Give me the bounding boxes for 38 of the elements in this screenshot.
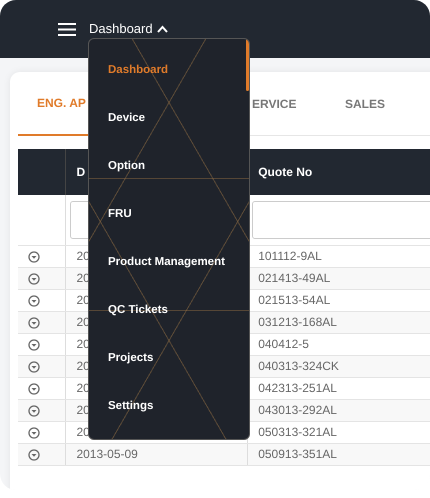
tab[interactable]: ERVICE	[250, 72, 343, 136]
expand-icon[interactable]	[28, 250, 40, 263]
table-cell: 042313-251AL	[258, 381, 337, 395]
table-cell: 040412-5	[258, 337, 309, 351]
column-header[interactable]: Quote No	[258, 165, 312, 179]
menu-item[interactable]: QC Tickets	[89, 285, 174, 333]
menu-item[interactable]: FRU	[89, 189, 138, 237]
tab[interactable]: SALES	[343, 72, 430, 136]
menu-item[interactable]: Device	[89, 93, 152, 141]
table-cell: 050313-321AL	[258, 425, 337, 439]
menu-item[interactable]: Projects	[89, 333, 160, 381]
menu-item[interactable]: Option	[89, 141, 152, 189]
expand-icon[interactable]	[28, 404, 40, 417]
expand-icon[interactable]	[28, 316, 40, 329]
table-cell: 050913-351AL	[258, 447, 337, 461]
expand-icon[interactable]	[28, 448, 40, 461]
menu-item[interactable]: Settings	[89, 381, 160, 429]
expand-icon[interactable]	[28, 382, 40, 395]
table-cell: 021513-54AL	[258, 293, 330, 307]
table-cell: 2013-05-09	[76, 447, 138, 461]
filter-field[interactable]	[252, 200, 430, 239]
table-cell: 021413-49AL	[258, 271, 330, 285]
menu-item[interactable]: Dashboard	[89, 45, 174, 93]
page-title[interactable]: Dashboard	[89, 19, 153, 39]
expand-icon[interactable]	[28, 272, 40, 285]
table-cell: 101112-9AL	[258, 249, 322, 263]
expand-icon[interactable]	[28, 338, 40, 351]
column-header[interactable]: D	[76, 165, 86, 179]
expand-icon[interactable]	[28, 360, 40, 373]
menu-icon[interactable]	[58, 22, 76, 36]
caret-up-icon[interactable]	[156, 25, 168, 33]
expand-icon[interactable]	[28, 294, 40, 307]
table-cell: 043013-292AL	[258, 403, 337, 417]
scrollbar[interactable]	[246, 39, 249, 91]
table-cell: 031213-168AL	[258, 315, 337, 329]
expand-icon[interactable]	[28, 426, 40, 439]
menu-item[interactable]: Product Management	[89, 237, 231, 285]
table-cell: 040313-324CK	[258, 359, 339, 373]
